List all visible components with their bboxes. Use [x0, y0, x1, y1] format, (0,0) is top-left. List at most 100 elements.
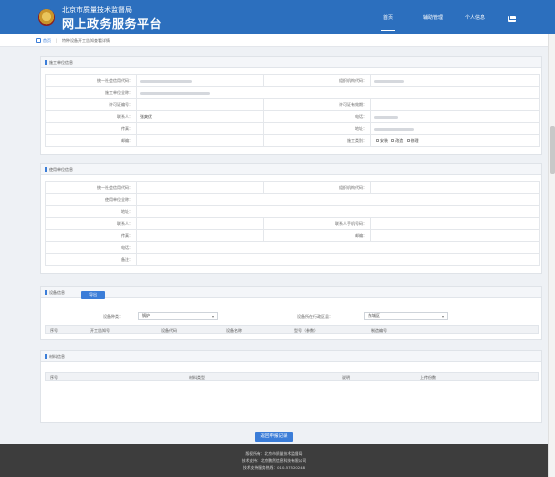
user-unit-table: 统一社会信用代码： 组织机构代码： 使用单位全称： 地址： 联系人： 联系人手机… — [45, 181, 540, 266]
nav-assist-management[interactable]: 辅助管理 — [413, 0, 453, 34]
user-unit-panel: 使用单位信息 统一社会信用代码： 组织机构代码： 使用单位全称： 地址： 联系人… — [40, 163, 542, 274]
credit-code-value — [136, 181, 264, 194]
contact-value — [136, 217, 264, 230]
contact-value: 张爽优 — [136, 110, 264, 123]
platform-title: 网上政务服务平台 — [62, 17, 163, 31]
equipment-panel: 设备信息 导出 设备种类： 锅炉 设备所在行政区县： 东城区 序号 开工告知号 … — [40, 286, 542, 340]
credit-code-label: 统一社会信用代码： — [45, 74, 137, 87]
col-model: 型号（参数） — [294, 328, 318, 333]
address-label: 地址： — [45, 205, 137, 218]
col-description: 说明 — [342, 375, 350, 380]
mail-icon[interactable] — [508, 16, 516, 22]
address-value — [136, 205, 540, 218]
col-equipment-code: 设备代码 — [161, 328, 177, 333]
full-name-label: 施工单位全称： — [45, 86, 137, 99]
page-scrollbar[interactable] — [548, 34, 555, 477]
materials-table-header: 序号 材料类型 说明 上传份数 — [45, 372, 539, 381]
equipment-title: 设备信息 — [49, 290, 65, 295]
chevron-down-icon — [442, 315, 444, 318]
fax-label: 传真： — [45, 229, 137, 242]
tel-label: 电话： — [45, 241, 137, 254]
remark-value — [136, 253, 540, 266]
option-modify: 改造 — [395, 137, 404, 143]
panel-title: 施工单位信息 — [41, 57, 541, 68]
credit-code-value — [136, 74, 264, 87]
col-notice-no: 开工告知号 — [90, 328, 110, 333]
col-serial: 制造编号 — [371, 328, 387, 333]
materials-panel: 材料信息 序号 材料类型 说明 上传份数 — [40, 350, 542, 423]
construction-unit-panel: 施工单位信息 统一社会信用代码： 组织机构代码： 施工单位全称： 许可证编号： … — [40, 56, 542, 155]
org-code-label: 组织机构代码： — [263, 74, 371, 87]
footer: 版权所有：北京市质量技术监督局 技术支持：北京鹏然信息科技有限公司 技术支持服务… — [0, 444, 548, 477]
district-label: 设备所在行政区县： — [297, 314, 333, 319]
top-header: 北京市质量技术监督局 网上政务服务平台 首页 辅助管理 个人信息 — [0, 0, 555, 34]
credit-code-label: 统一社会信用代码： — [45, 181, 137, 194]
breadcrumb: 首页 | 特种设备开工告知查看详情 — [0, 34, 548, 47]
panel-title: 设备信息 — [41, 287, 541, 298]
tel-value — [136, 241, 540, 254]
full-name-value — [136, 193, 540, 206]
breadcrumb-separator: | — [56, 38, 58, 43]
district-select[interactable]: 东城区 — [364, 312, 448, 320]
footer-copyright: 版权所有：北京市质量技术监督局 — [245, 451, 303, 456]
full-name-value — [136, 86, 540, 99]
equipment-type-select[interactable]: 锅炉 — [138, 312, 218, 320]
zip-label: 邮编： — [45, 134, 137, 147]
phone-value — [370, 110, 540, 123]
emblem-logo-icon — [38, 9, 55, 26]
contact-label: 联系人： — [45, 110, 137, 123]
org-code-value — [370, 181, 540, 194]
checkbox-install[interactable] — [376, 139, 379, 142]
construction-unit-table: 统一社会信用代码： 组织机构代码： 施工单位全称： 许可证编号： 许可证有效期：… — [45, 74, 540, 147]
org-code-value — [370, 74, 540, 87]
license-valid-value — [370, 98, 540, 111]
equipment-type-value: 锅炉 — [142, 313, 150, 318]
org-code-label: 组织机构代码： — [263, 181, 371, 194]
address-label: 地址： — [263, 122, 371, 135]
scrollbar-thumb[interactable] — [550, 126, 555, 174]
footer-hotline: 技术支持服务热线：010-57520248 — [242, 465, 306, 470]
export-button[interactable]: 导出 — [81, 291, 105, 299]
col-upload-count: 上传份数 — [420, 375, 436, 380]
footer-tech-support: 技术支持：北京鹏然信息科技有限公司 — [241, 458, 307, 463]
zip-label: 邮编： — [263, 229, 371, 242]
mobile-value — [370, 217, 540, 230]
breadcrumb-home[interactable]: 首页 — [43, 38, 51, 44]
option-repair: 修理 — [410, 137, 419, 143]
col-index: 序号 — [50, 328, 58, 333]
back-to-records-button[interactable]: 返回申报记录 — [255, 432, 293, 442]
nav-home[interactable]: 首页 — [373, 0, 403, 34]
col-index: 序号 — [50, 375, 58, 380]
phone-label: 电话： — [263, 110, 371, 123]
full-name-label: 使用单位全称： — [45, 193, 137, 206]
zip-value — [136, 134, 264, 147]
zip-value — [370, 229, 540, 242]
col-equipment-name: 设备名称 — [226, 328, 242, 333]
district-value: 东城区 — [368, 313, 380, 318]
license-no-value — [136, 98, 264, 111]
contact-label: 联系人： — [45, 217, 137, 230]
checkbox-repair[interactable] — [406, 139, 410, 142]
fax-value — [136, 229, 264, 242]
panel-title: 材料信息 — [41, 351, 541, 362]
fax-label: 传真： — [45, 122, 137, 135]
mobile-label: 联系人手机号码： — [263, 217, 371, 230]
equipment-type-label: 设备种类： — [103, 314, 123, 319]
fax-value — [136, 122, 264, 135]
chevron-down-icon — [212, 315, 214, 318]
breadcrumb-current: 特种设备开工告知查看详情 — [62, 38, 110, 43]
nav-personal-info[interactable]: 个人信息 — [455, 0, 495, 34]
address-value — [370, 122, 540, 135]
license-valid-label: 许可证有效期： — [263, 98, 371, 111]
org-name: 北京市质量技术监督局 — [62, 6, 132, 14]
license-no-label: 许可证编号： — [45, 98, 137, 111]
category-label: 施工类别： — [263, 134, 371, 147]
option-install: 安装 — [380, 137, 388, 143]
checkbox-modify[interactable] — [391, 139, 395, 142]
equipment-table-header: 序号 开工告知号 设备代码 设备名称 型号（参数） 制造编号 — [45, 325, 539, 334]
category-checkboxes: 安装 改造 修理 — [370, 134, 540, 147]
col-material-type: 材料类型 — [189, 375, 205, 380]
panel-title: 使用单位信息 — [41, 164, 541, 175]
remark-label: 备注： — [45, 253, 137, 266]
location-icon — [36, 38, 41, 43]
